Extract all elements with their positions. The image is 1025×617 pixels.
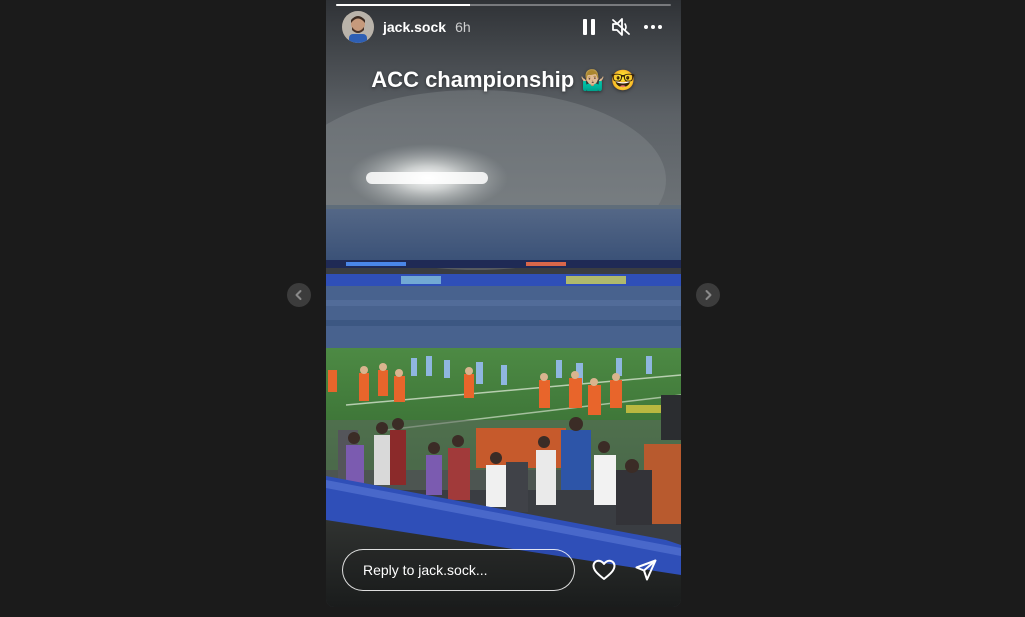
more-options-icon xyxy=(644,25,662,29)
story-timestamp: 6h xyxy=(455,19,471,35)
heart-icon xyxy=(592,559,616,580)
chevron-right-icon xyxy=(705,290,712,300)
mute-button[interactable] xyxy=(609,15,633,39)
story-username[interactable]: jack.sock xyxy=(383,19,446,35)
like-button[interactable] xyxy=(591,557,617,583)
pause-button[interactable] xyxy=(577,15,601,39)
story-viewer[interactable]: jack.sock 6h ACC championship 🤷🏼‍♂️ 🤓 xyxy=(326,0,681,607)
profile-photo xyxy=(342,11,374,43)
speaker-muted-icon xyxy=(612,18,630,36)
reply-placeholder: Reply to jack.sock... xyxy=(363,562,488,578)
reply-input[interactable]: Reply to jack.sock... xyxy=(342,549,575,591)
next-story-button[interactable] xyxy=(696,283,720,307)
chevron-left-icon xyxy=(295,290,302,300)
more-options-button[interactable] xyxy=(641,15,665,39)
story-progress-fill xyxy=(336,4,470,6)
story-header: jack.sock 6h xyxy=(342,11,665,43)
story-footer: Reply to jack.sock... xyxy=(342,548,665,592)
story-caption: ACC championship 🤷🏼‍♂️ 🤓 xyxy=(326,67,681,93)
story-progress-bar xyxy=(336,4,671,6)
story-caption-emojis: 🤷🏼‍♂️ 🤓 xyxy=(580,70,636,92)
pause-icon xyxy=(583,19,595,35)
send-icon xyxy=(635,559,657,581)
share-button[interactable] xyxy=(633,557,659,583)
previous-story-button[interactable] xyxy=(287,283,311,307)
avatar[interactable] xyxy=(342,11,374,43)
story-caption-text: ACC championship xyxy=(371,67,575,92)
